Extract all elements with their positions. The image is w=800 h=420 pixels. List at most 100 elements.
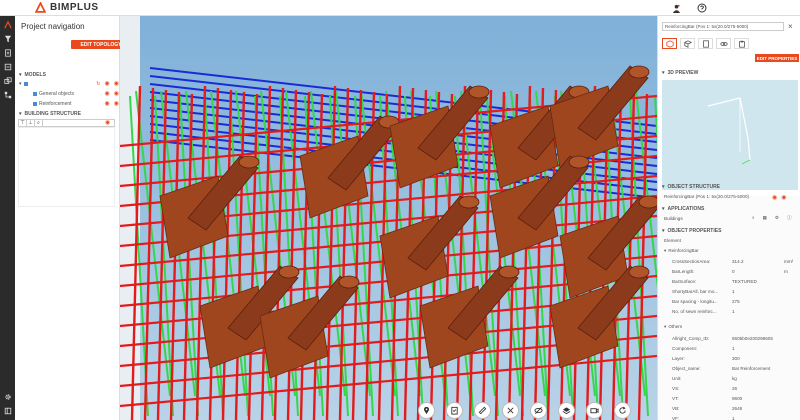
visibility-eye-icon[interactable]: ◉	[114, 100, 119, 107]
tab-object-icon[interactable]	[662, 38, 677, 49]
collapse-icon[interactable]	[0, 405, 15, 416]
clipboard-rail-icon[interactable]	[0, 61, 15, 72]
structure-visibility[interactable]: ◉	[105, 119, 110, 126]
property-row[interactable]: No. of sewn reinforc... 1	[672, 309, 798, 314]
tab-link-icon[interactable]	[716, 38, 731, 49]
property-unit	[784, 336, 796, 341]
stud-head[interactable]	[278, 265, 300, 279]
info-icon[interactable]: ⓘ	[787, 215, 792, 221]
stud-head[interactable]	[338, 275, 360, 289]
settings-icon[interactable]	[0, 391, 15, 402]
sync-icon[interactable]: ↻	[96, 81, 100, 87]
visibility-eye-icon[interactable]: ◉	[105, 90, 110, 97]
stud-head[interactable]	[458, 195, 480, 209]
stud-head[interactable]	[568, 155, 590, 169]
property-row[interactable]: VS: 26	[672, 386, 798, 391]
object-structure-header[interactable]: ▾ OBJECT STRUCTURE	[662, 184, 720, 190]
tab-clipboard-icon[interactable]	[734, 38, 749, 49]
building-structure-header[interactable]: ▾ BUILDING STRUCTURE	[15, 109, 120, 118]
app: BIMPLUS Project navigation EDIT TOPOLOGY…	[0, 0, 800, 420]
property-row[interactable]: Allright_Comp_ID: 6605b0e200298605	[672, 336, 798, 341]
property-unit	[784, 346, 796, 351]
search-icon[interactable]: ⌕	[35, 120, 43, 126]
search-icon[interactable]: ⌕	[752, 215, 755, 221]
models-section-header[interactable]: ▾ MODELS	[15, 70, 120, 79]
stud-head[interactable]	[628, 65, 650, 79]
property-value: 2648	[732, 406, 743, 411]
building-structure-tree[interactable]	[18, 127, 115, 207]
stud-head[interactable]	[238, 155, 260, 169]
close-icon[interactable]: ×	[788, 22, 793, 31]
tab-document-icon[interactable]	[698, 38, 713, 49]
applications-header[interactable]: ▾ APPLICATIONS	[662, 206, 704, 212]
model-item-label: Reinforcement	[39, 100, 72, 107]
visibility-eye-icon[interactable]: ◉	[781, 194, 786, 201]
layers-icon[interactable]	[558, 402, 575, 419]
visibility-eye-icon[interactable]: ◉	[105, 80, 110, 87]
rebar-3d-scene[interactable]	[120, 16, 657, 420]
others-row[interactable]: ▾ Others	[664, 324, 798, 330]
brand[interactable]: BIMPLUS	[35, 2, 99, 13]
property-row[interactable]: Object_name: Bar Reinforcement	[672, 366, 798, 371]
property-row[interactable]: Component: 1	[672, 346, 798, 351]
property-row[interactable]: Layer: 300	[672, 356, 798, 361]
property-row[interactable]: BarSurface: TEXTURED	[672, 279, 798, 284]
user-icon[interactable]	[670, 2, 682, 14]
3d-preview-canvas[interactable]	[662, 80, 798, 190]
top-bar: BIMPLUS	[0, 0, 800, 16]
property-row[interactable]: VT: 9600	[672, 396, 798, 401]
property-key: Bar spacing - longitu...	[672, 299, 718, 304]
3d-preview-header[interactable]: ▾ 3D PREVIEW	[662, 70, 698, 76]
visibility-eye-icon[interactable]: ◉	[105, 100, 110, 107]
property-row[interactable]: Bar spacing - longitu... 275	[672, 299, 798, 304]
property-value: 0	[732, 269, 735, 274]
hierarchy-icon[interactable]	[0, 89, 15, 100]
collapse-tree-icon[interactable]: ⊥	[27, 120, 35, 126]
property-key: VB:	[672, 406, 680, 411]
object-properties-header[interactable]: ▾ OBJECT PROPERTIES	[662, 228, 721, 234]
cross-arrows-icon[interactable]	[502, 402, 519, 419]
grid-icon[interactable]: ▦	[763, 215, 767, 221]
visibility-eye-icon[interactable]: ◉	[772, 194, 777, 201]
edit-properties-button[interactable]: EDIT PROPERTIES	[755, 54, 799, 62]
property-row[interactable]: ShortyBarAll, bar mo... 1	[672, 289, 798, 294]
property-row[interactable]: VB: 2648	[672, 406, 798, 411]
tab-3d-icon[interactable]	[680, 38, 695, 49]
visibility-eye-icon[interactable]: ◉	[114, 90, 119, 97]
stud-head[interactable]	[638, 195, 657, 209]
property-unit	[784, 376, 796, 381]
property-row[interactable]: Unit: kg	[672, 376, 798, 381]
property-unit	[784, 279, 796, 284]
model-item-row[interactable]: Reinforcement ◉ ◉	[33, 100, 119, 107]
property-row[interactable]: VF: 1	[672, 416, 798, 420]
stud-head[interactable]	[498, 265, 520, 279]
expand-icon[interactable]: ⊤	[19, 120, 27, 126]
clipboard-icon[interactable]	[446, 402, 463, 419]
viewer-toolbar	[418, 402, 631, 419]
stud-head[interactable]	[468, 85, 490, 99]
stud-head[interactable]	[628, 265, 650, 279]
property-row[interactable]: CrossSectionArea: 314.2 mm²	[672, 259, 798, 264]
chevron-down-icon: ▾	[662, 228, 665, 234]
ruler-icon[interactable]	[474, 402, 491, 419]
help-icon[interactable]	[696, 2, 708, 14]
3d-viewport[interactable]	[120, 16, 657, 420]
object-structure-row[interactable]: ReinforcingBar (Pos 1: 5x(20.0/275-5000)…	[664, 194, 798, 201]
gear-icon[interactable]: ⚙	[775, 215, 779, 221]
copy-icon[interactable]	[0, 75, 15, 86]
pin-icon[interactable]	[418, 402, 435, 419]
visibility-eye-icon[interactable]: ◉	[105, 119, 110, 126]
property-row[interactable]: BarLength: 0 m	[672, 269, 798, 274]
document-icon[interactable]	[0, 47, 15, 58]
logo-rail-icon[interactable]	[0, 19, 15, 30]
camera-icon[interactable]	[586, 402, 603, 419]
model-root-row[interactable]: ▾ ↻ ◉ ◉	[19, 80, 119, 88]
group-row[interactable]: ▾ ReinforcingBar	[664, 248, 798, 254]
rotate-icon[interactable]	[614, 402, 631, 419]
visibility-eye-icon[interactable]: ◉	[114, 80, 119, 87]
hide-icon[interactable]	[530, 402, 547, 419]
filter-icon[interactable]	[0, 33, 15, 44]
model-item-row[interactable]: General objects ◉ ◉	[33, 90, 119, 97]
selected-object-select[interactable]: ReinforcingBar (Pos 1: 5x(20.0/275-5000)	[662, 22, 784, 31]
selected-object-value: ReinforcingBar (Pos 1: 5x(20.0/275-5000)	[665, 24, 749, 29]
